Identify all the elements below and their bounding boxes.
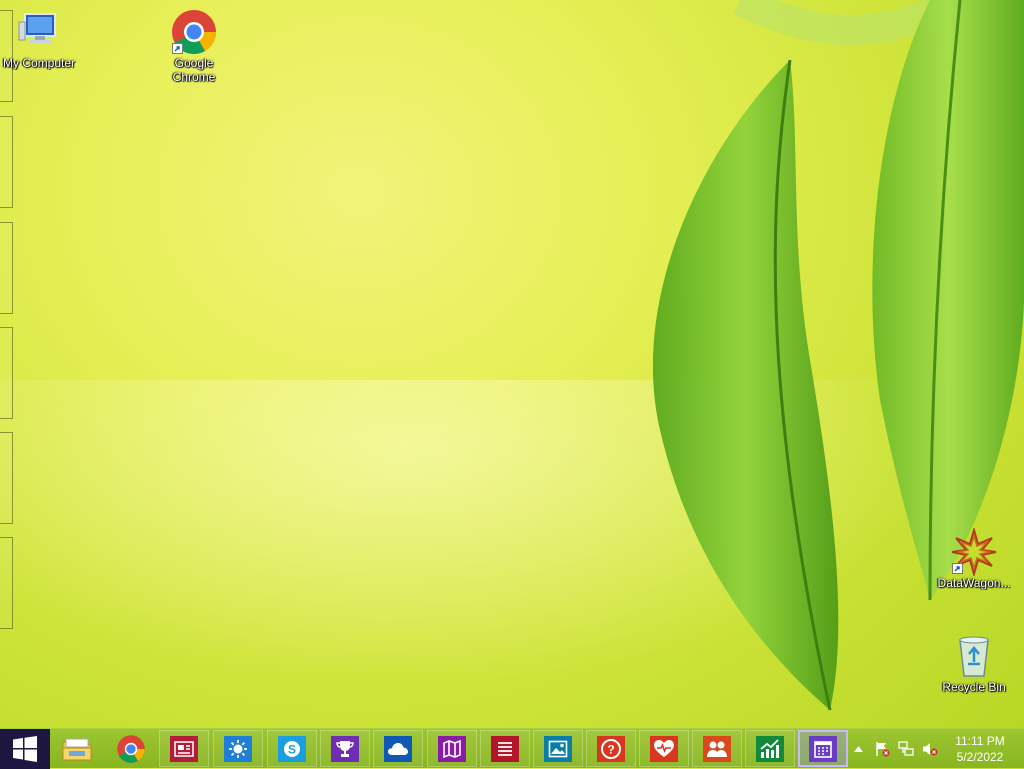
- taskbar-button-finance[interactable]: [745, 730, 795, 767]
- taskbar-button-help-tips[interactable]: ?: [586, 730, 636, 767]
- action-center-button[interactable]: [872, 729, 892, 769]
- weather-sun-icon: [224, 735, 252, 762]
- taskbar-button-reading-list[interactable]: [480, 730, 530, 767]
- action-center-flag-icon: [876, 742, 890, 757]
- desktop-icon-label: Recycle Bin: [942, 680, 1006, 694]
- side-panel-tab[interactable]: [0, 116, 13, 208]
- side-panel-tab[interactable]: [0, 432, 13, 524]
- svg-text:?: ?: [607, 742, 614, 756]
- taskbar-button-chrome[interactable]: [106, 730, 156, 767]
- desktop-icon-recycle-bin[interactable]: Recycle Bin: [936, 632, 1012, 694]
- computer-icon: [15, 8, 63, 56]
- taskbar-button-maps[interactable]: [427, 730, 477, 767]
- desktop-icon-google-chrome[interactable]: Google Chrome: [156, 8, 232, 84]
- desktop-icon-label: Google Chrome: [172, 56, 216, 84]
- shortcut-arrow-icon: [952, 563, 963, 574]
- svg-text:S: S: [288, 742, 296, 756]
- reading-list-icon: [491, 735, 519, 762]
- trophy-icon: [331, 735, 359, 762]
- side-panel-tab[interactable]: [0, 327, 13, 419]
- taskbar-button-news[interactable]: [159, 730, 209, 767]
- network-button[interactable]: [896, 729, 916, 769]
- cloud-icon: [384, 735, 412, 762]
- desktop-icon-my-computer[interactable]: My Computer: [1, 8, 77, 70]
- taskbar-button-sports[interactable]: [320, 730, 370, 767]
- map-icon: [438, 735, 466, 762]
- calendar-icon: [809, 735, 837, 762]
- photos-icon: [544, 735, 572, 762]
- taskbar-button-file-explorer[interactable]: [52, 730, 102, 767]
- windows-logo-icon: [13, 736, 37, 762]
- clock-date: 5/2/2022: [956, 750, 1004, 764]
- taskbar-clock[interactable]: 11:11 PM 5/2/2022: [936, 729, 1024, 769]
- network-icon: [898, 741, 914, 756]
- news-icon: [170, 735, 198, 762]
- taskbar-button-calendar[interactable]: [798, 730, 848, 767]
- show-hidden-icons-button[interactable]: [851, 729, 865, 769]
- folder-icon: [62, 738, 92, 760]
- people-icon: [703, 735, 731, 762]
- heart-icon: [650, 735, 678, 762]
- chrome-icon: [170, 8, 218, 56]
- desktop-icon-label: My Computer: [2, 56, 76, 70]
- finance-chart-icon: [756, 735, 784, 762]
- taskbar-button-people[interactable]: [692, 730, 742, 767]
- taskbar-button-onedrive[interactable]: [373, 730, 423, 767]
- skype-icon: S: [278, 735, 306, 762]
- taskbar-button-photos[interactable]: [533, 730, 583, 767]
- recycle-bin-icon: [950, 632, 998, 680]
- taskbar: S ? 11:11 PM 5/2/2022: [0, 728, 1024, 769]
- datawagon-star-icon: [950, 526, 998, 578]
- chrome-icon: [117, 734, 145, 763]
- start-button[interactable]: [0, 729, 50, 769]
- side-panel-tab[interactable]: [0, 537, 13, 629]
- chevron-up-icon: [853, 746, 863, 752]
- taskbar-button-skype[interactable]: S: [267, 730, 317, 767]
- side-panel-tab[interactable]: [0, 222, 13, 314]
- desktop-wallpaper: My Computer Google Chrome DataWagon... R…: [0, 0, 1024, 728]
- desktop-icon-datawagon[interactable]: DataWagon...: [936, 526, 1012, 590]
- taskbar-button-health-fitness[interactable]: [639, 730, 689, 767]
- shortcut-arrow-icon: [172, 43, 183, 54]
- taskbar-button-weather[interactable]: [213, 730, 263, 767]
- desktop-icon-label: DataWagon...: [937, 576, 1011, 590]
- leaf-wallpaper-art: [652, 0, 1024, 711]
- clock-time: 11:11 PM: [955, 734, 1005, 748]
- help-icon: ?: [597, 735, 625, 762]
